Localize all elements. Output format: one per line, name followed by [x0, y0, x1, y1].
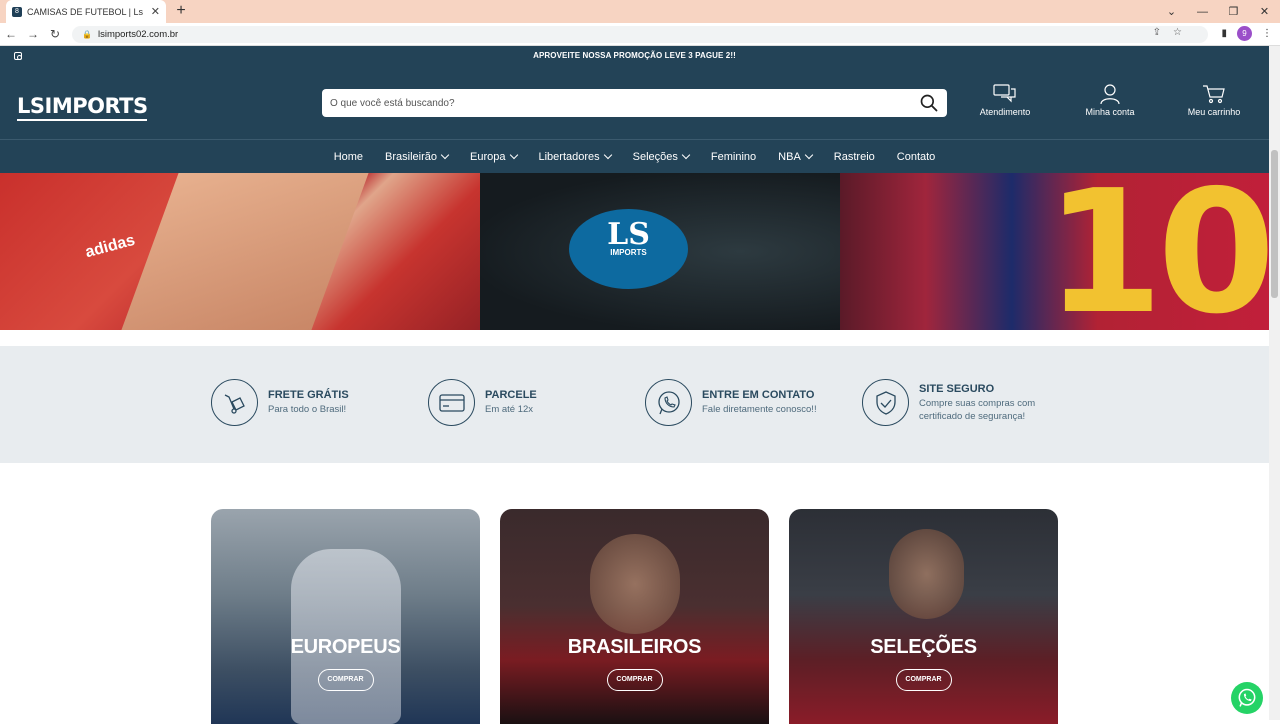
nav-rastreio[interactable]: Rastreio: [834, 151, 875, 163]
nav-brasileirao[interactable]: Brasileirão: [385, 150, 450, 163]
share-icon[interactable]: ⇪: [1153, 27, 1161, 38]
nav-selecoes[interactable]: Seleções: [633, 150, 691, 163]
delivery-icon: [211, 379, 258, 426]
benefit-subtitle: Para todo o Brasil!: [268, 404, 347, 415]
category-card-europeus[interactable]: EUROPEUS COMPRAR: [211, 509, 480, 724]
cart-icon: [1203, 85, 1225, 104]
close-tab-icon[interactable]: ✕: [151, 5, 160, 18]
nav-libertadores[interactable]: Libertadores: [539, 150, 612, 163]
browser-tab[interactable]: 8 CAMISAS DE FUTEBOL | Ls Impor ✕: [6, 0, 166, 23]
back-button[interactable]: ←: [0, 27, 22, 41]
nav-europa[interactable]: Europa: [470, 150, 518, 163]
category-title: BRASILEIROS: [567, 636, 702, 658]
account-link[interactable]: Minha conta: [1070, 84, 1150, 117]
site-favicon-icon: 8: [12, 6, 22, 17]
site-header: APROVEITE NOSSA PROMOÇÃO LEVE 3 PAGUE 2!…: [0, 46, 1269, 173]
hero-banner[interactable]: adidas 10 LS IMPORTS: [0, 173, 1269, 330]
category-card-selecoes[interactable]: SELEÇÕES COMPRAR: [789, 509, 1058, 724]
search-input[interactable]: [330, 97, 919, 109]
nav-contato[interactable]: Contato: [897, 151, 936, 163]
nav-nba[interactable]: NBA: [778, 150, 814, 163]
category-title: EUROPEUS: [290, 636, 401, 658]
benefits-strip: FRETE GRÁTIS Para todo o Brasil! PARCELE…: [0, 346, 1269, 463]
tab-search-icon[interactable]: ⌄: [1156, 5, 1187, 18]
support-label: Atendimento: [979, 107, 1031, 117]
close-window-button[interactable]: ✕: [1249, 5, 1280, 18]
chevron-down-icon: [440, 150, 450, 160]
benefit-title: ENTRE EM CONTATO: [702, 389, 815, 401]
browser-toolbar: ← → ↻ 🔒 lsimports02.com.br ⇪ ☆ ▮ 9 ⋮: [0, 23, 1280, 46]
user-icon: [1100, 84, 1120, 104]
promo-text: APROVEITE NOSSA PROMOÇÃO LEVE 3 PAGUE 2!…: [533, 51, 736, 60]
chevron-down-icon: [804, 150, 814, 160]
search-icon[interactable]: [919, 93, 939, 113]
category-title: SELEÇÕES: [870, 636, 977, 658]
nav-feminino[interactable]: Feminino: [711, 151, 756, 163]
benefit-subtitle: Fale diretamente conosco!!: [702, 404, 817, 415]
benefit-secure-site: SITE SEGURO Compre suas compras com cert…: [862, 379, 1049, 426]
adidas-text: adidas: [83, 231, 137, 262]
reload-button[interactable]: ↻: [44, 27, 66, 41]
address-bar[interactable]: 🔒 lsimports02.com.br: [72, 26, 1208, 43]
main-nav: Home Brasileirão Europa Libertadores Sel…: [0, 139, 1269, 173]
scrollbar-thumb[interactable]: [1271, 150, 1278, 298]
promo-bar: APROVEITE NOSSA PROMOÇÃO LEVE 3 PAGUE 2!…: [0, 46, 1269, 66]
whatsapp-icon: [1238, 688, 1256, 707]
search-bar: [322, 89, 947, 117]
account-label: Minha conta: [1085, 107, 1135, 117]
support-link[interactable]: Atendimento: [965, 84, 1045, 117]
tab-title: CAMISAS DE FUTEBOL | Ls Impor: [27, 6, 145, 17]
site-logo[interactable]: LSIMPORTS: [17, 94, 148, 121]
shield-check-icon: [862, 379, 909, 426]
benefit-installments: PARCELE Em até 12x: [428, 379, 537, 426]
browser-menu-icon[interactable]: ⋮: [1262, 28, 1272, 39]
instagram-icon[interactable]: [14, 52, 22, 60]
benefit-free-shipping: FRETE GRÁTIS Para todo o Brasil!: [211, 379, 349, 426]
buy-button[interactable]: COMPRAR: [317, 669, 374, 691]
hero-logo-badge: LS IMPORTS: [569, 209, 688, 289]
browser-tabstrip: 8 CAMISAS DE FUTEBOL | Ls Impor ✕ + ⌄ — …: [0, 0, 1280, 23]
page-scrollbar[interactable]: [1269, 46, 1280, 720]
profile-avatar[interactable]: 9: [1237, 26, 1252, 41]
benefit-contact: ENTRE EM CONTATO Fale diretamente conosc…: [645, 379, 817, 426]
cart-label: Meu carrinho: [1187, 107, 1241, 117]
hero-players-image: adidas: [0, 173, 500, 330]
benefit-subtitle: Em até 12x: [485, 404, 534, 415]
bookmark-star-icon[interactable]: ☆: [1173, 27, 1182, 38]
nav-home[interactable]: Home: [334, 151, 363, 163]
lock-icon: 🔒: [82, 30, 92, 39]
forward-button[interactable]: →: [22, 27, 44, 41]
url-text: lsimports02.com.br: [97, 29, 179, 40]
badge-text-bottom: IMPORTS: [610, 248, 647, 257]
buy-button[interactable]: COMPRAR: [606, 669, 663, 691]
benefit-title: FRETE GRÁTIS: [268, 389, 349, 401]
chevron-down-icon: [509, 150, 518, 160]
category-card-brasileiros[interactable]: BRASILEIROS COMPRAR: [500, 509, 769, 724]
badge-text-top: LS: [607, 217, 650, 252]
window-controls: ⌄ — ❐ ✕: [1156, 0, 1280, 23]
chat-icon: [993, 84, 1016, 103]
cart-link[interactable]: Meu carrinho: [1174, 84, 1254, 117]
benefit-title: PARCELE: [485, 389, 537, 401]
benefit-title: SITE SEGURO: [919, 382, 995, 395]
jersey-number: 10: [1045, 173, 1269, 330]
side-panel-icon[interactable]: ▮: [1221, 28, 1227, 39]
chevron-down-icon: [603, 150, 612, 160]
restore-button[interactable]: ❐: [1218, 5, 1249, 18]
minimize-button[interactable]: —: [1187, 6, 1218, 18]
whatsapp-icon: [645, 379, 692, 426]
buy-button[interactable]: COMPRAR: [895, 669, 952, 691]
chevron-down-icon: [681, 150, 691, 160]
new-tab-button[interactable]: +: [172, 2, 190, 20]
benefit-subtitle: Compre suas compras com certificado de s…: [919, 397, 1036, 422]
whatsapp-float-button[interactable]: [1231, 682, 1263, 714]
credit-card-icon: [428, 379, 475, 426]
